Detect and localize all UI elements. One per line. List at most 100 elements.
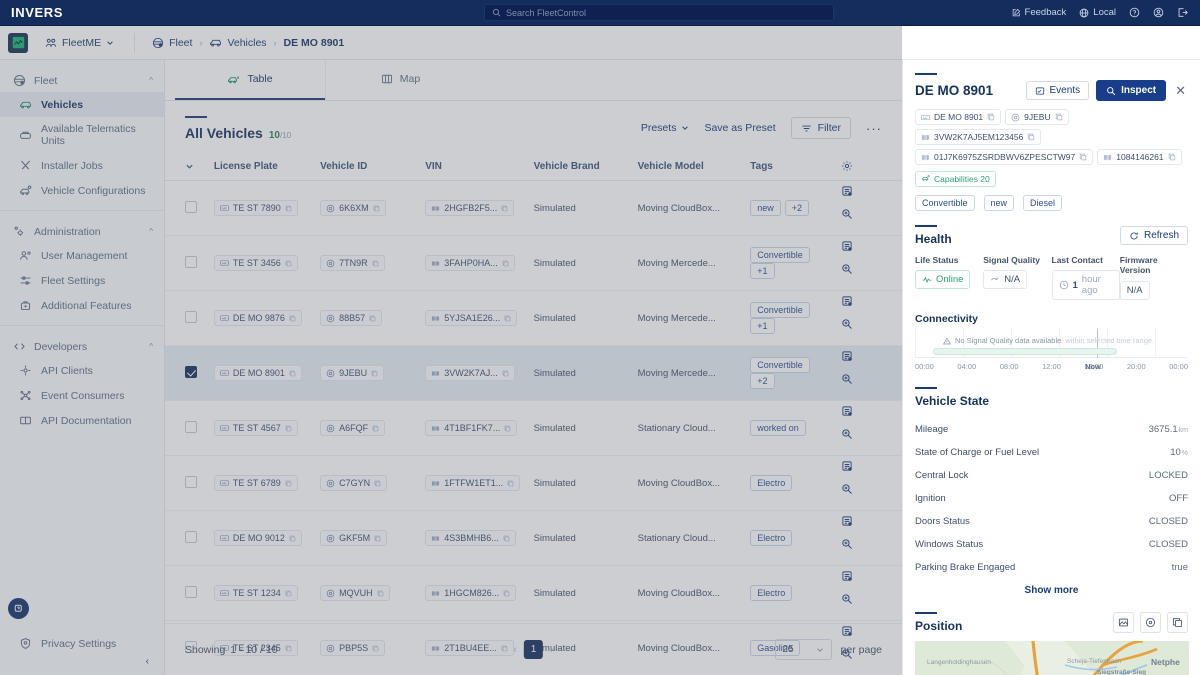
row-details-button[interactable] [841, 295, 896, 307]
vin-chip[interactable]: 3VW2K7AJ... [425, 365, 515, 381]
row-checkbox-cell[interactable] [165, 180, 208, 236]
row-inspect-button[interactable] [841, 483, 896, 495]
vin-chip[interactable]: 5YJSA1E26... [425, 310, 518, 326]
vehicle-id-chip[interactable]: 7TN9R [320, 255, 385, 271]
license-plate-chip[interactable]: DE MO 8901 [213, 365, 302, 381]
sidebar-item-privacy-settings[interactable]: Privacy Settings [0, 631, 165, 656]
row-details-button[interactable] [841, 350, 896, 362]
table-row[interactable]: TE ST 6789 C7GYN 1FTFW1ET1... Simulated Movi… [165, 455, 902, 511]
save-as-preset-button[interactable]: Save as Preset [704, 122, 775, 134]
sidebar-item-api-documentation[interactable]: API Documentation [0, 408, 164, 433]
license-plate-chip[interactable]: TE ST 7890 [213, 200, 298, 216]
row-checkbox[interactable] [185, 365, 197, 378]
center-map-button[interactable] [1140, 612, 1161, 633]
chip-vehicle-id[interactable]: 9JEBU [1005, 109, 1069, 125]
column-vehicle-model[interactable]: Vehicle Model [631, 153, 745, 181]
table-row[interactable]: TE ST 1234 MQVUH 1HGCM826... Simulated Movin… [165, 565, 902, 621]
copy-icon[interactable] [377, 590, 384, 597]
row-checkbox[interactable] [185, 310, 197, 323]
row-tag[interactable]: Electro [750, 530, 793, 546]
copy-icon[interactable] [285, 480, 292, 487]
sidebar-item-user-management[interactable]: User Management [0, 243, 164, 268]
table-row[interactable]: DE MO 9012 GKF5M 4S3BMHB6... Simulated Stati… [165, 510, 902, 566]
sidebar-group-header-administration[interactable]: Administration ^ [0, 220, 164, 243]
close-icon[interactable]: ✕ [1173, 83, 1188, 99]
row-tag[interactable]: Convertible [750, 247, 810, 263]
copy-icon[interactable] [289, 535, 296, 542]
copy-icon[interactable] [285, 260, 292, 267]
refresh-button[interactable]: Refresh [1119, 226, 1188, 245]
chip-license-plate[interactable]: DE MO 8901 [915, 109, 1002, 125]
row-tag[interactable]: Electro [750, 475, 793, 491]
app-logo-icon[interactable] [8, 32, 28, 53]
chip-device-id[interactable]: 1084146261 [1097, 149, 1182, 165]
copy-icon[interactable] [369, 315, 376, 322]
vehicle-id-chip[interactable]: A6FQF [320, 420, 386, 436]
vehicle-id-chip[interactable]: 9JEBU [320, 365, 385, 381]
locale-button[interactable]: Local [1079, 7, 1116, 18]
row-details-button[interactable] [841, 570, 896, 582]
row-details-button[interactable] [841, 240, 896, 252]
copy-icon[interactable] [504, 315, 511, 322]
vin-chip[interactable]: 1FTFW1ET1... [425, 475, 521, 491]
account-button[interactable] [1153, 7, 1164, 18]
tab-map[interactable]: Map [325, 60, 475, 100]
copy-icon[interactable] [374, 480, 381, 487]
vehicle-id-chip[interactable]: 6K6XM [320, 200, 386, 216]
breadcrumb-vehicles[interactable]: Vehicles [209, 36, 267, 49]
column-tags[interactable]: Tags [744, 153, 836, 181]
row-tag[interactable]: new [750, 200, 781, 216]
show-more-button[interactable]: Show more [915, 585, 1188, 596]
vehicle-id-chip[interactable]: GKF5M [320, 530, 388, 546]
copy-icon[interactable] [289, 315, 296, 322]
more-options-button[interactable]: ··· [866, 121, 882, 136]
copy-icon-1[interactable] [987, 113, 995, 121]
vin-chip[interactable]: 4T1BF1FK7... [425, 420, 518, 436]
row-tag[interactable]: Electro [750, 585, 793, 601]
row-details-button[interactable] [841, 405, 896, 417]
sidebar-item-installer-jobs[interactable]: Installer Jobs [0, 153, 164, 178]
copy-icon[interactable] [373, 205, 380, 212]
row-inspect-button[interactable] [841, 263, 896, 275]
table-row[interactable]: TE ST 4567 A6FQF 4T1BF1FK7... Simulated Stat… [165, 400, 902, 456]
row-details-button[interactable] [841, 515, 896, 527]
vehicle-id-chip[interactable]: MQVUH [320, 585, 390, 601]
row-tag-overflow[interactable]: +1 [750, 318, 775, 334]
copy-icon-3[interactable] [1027, 133, 1035, 141]
table-row[interactable]: DE MO 9876 88B57 5YJSA1E26... Simulated Movi… [165, 290, 902, 346]
map-layers-button[interactable] [1113, 612, 1134, 633]
copy-icon[interactable] [504, 425, 511, 432]
copy-icon-5[interactable] [1168, 153, 1176, 161]
license-plate-chip[interactable]: TE ST 6789 [213, 475, 298, 491]
copy-icon[interactable] [371, 370, 378, 377]
copy-icon[interactable] [501, 205, 508, 212]
sidebar-item-available-telematics-units[interactable]: Available Telematics Units [0, 117, 164, 153]
copy-icon[interactable] [372, 260, 379, 267]
row-checkbox-cell[interactable] [165, 455, 208, 511]
copy-icon-2[interactable] [1055, 113, 1063, 121]
row-checkbox[interactable] [185, 475, 197, 488]
next-page-button[interactable]: › [550, 644, 554, 656]
sidebar-item-vehicle-configurations[interactable]: Vehicle Configurations [0, 178, 164, 203]
row-checkbox-cell[interactable] [165, 510, 208, 566]
row-checkbox-cell[interactable] [165, 235, 208, 291]
panel-tag-2[interactable]: Diesel [1023, 195, 1063, 211]
row-checkbox[interactable] [185, 420, 197, 433]
row-tag[interactable]: Convertible [750, 302, 810, 318]
row-tag-overflow[interactable]: +2 [750, 373, 775, 389]
vin-chip[interactable]: 2HGFB2F5... [425, 200, 515, 216]
panel-tag-1[interactable]: new [983, 195, 1015, 211]
events-button[interactable]: Events [1025, 81, 1090, 100]
table-row[interactable]: TE ST 7890 6K6XM 2HGFB2F5... Simulated Movin… [165, 180, 902, 236]
row-inspect-button[interactable] [841, 373, 896, 385]
row-tag[interactable]: worked on [750, 420, 806, 436]
license-plate-chip[interactable]: DE MO 9876 [213, 310, 302, 326]
capabilities-chip[interactable]: Capabilities 20 [915, 170, 996, 187]
global-search-input[interactable]: Search FleetControl [484, 4, 834, 21]
sidebar-item-vehicles[interactable]: Vehicles [0, 92, 164, 117]
row-tag-overflow[interactable]: +2 [784, 200, 810, 216]
breadcrumb-fleet[interactable]: Fleet [152, 37, 192, 49]
vin-chip[interactable]: 4S3BMHB6... [425, 530, 516, 546]
row-inspect-button[interactable] [841, 428, 896, 440]
row-checkbox[interactable] [185, 585, 197, 598]
